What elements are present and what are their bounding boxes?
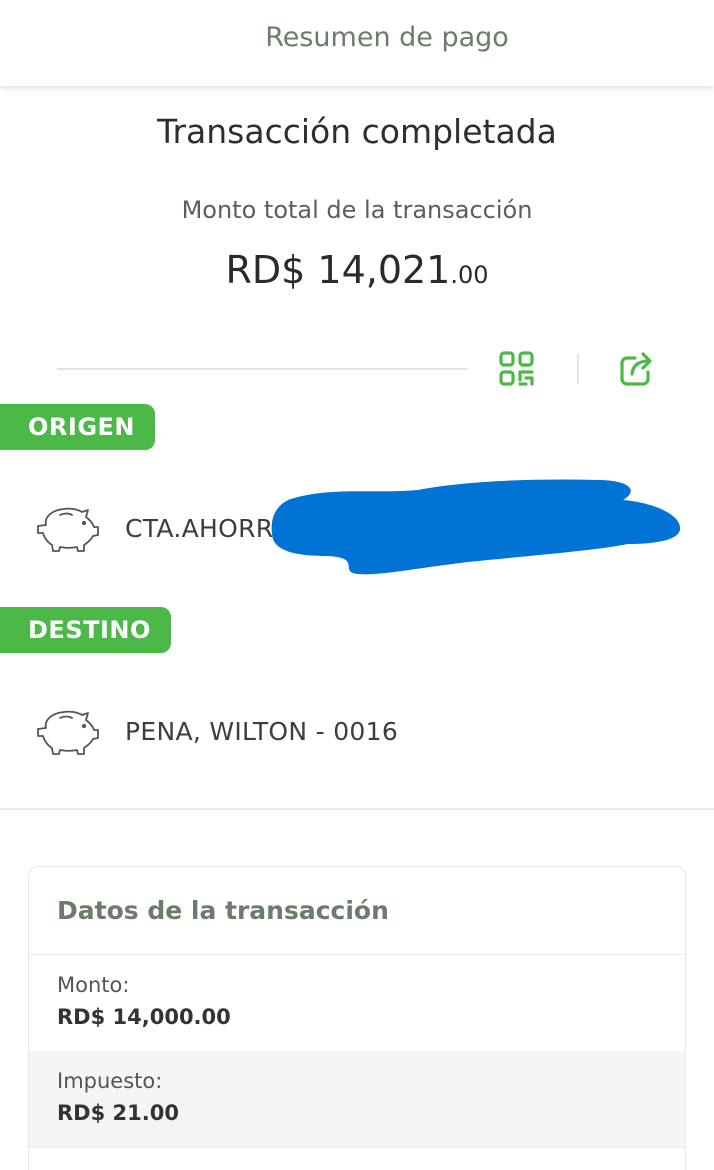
piggy-bank-icon xyxy=(37,710,99,755)
detail-row-amount: Monto: RD$ 14,000.00 xyxy=(29,955,685,1051)
total-amount-cents: .00 xyxy=(450,261,489,289)
total-amount-main: RD$ 14,021 xyxy=(225,248,451,292)
qr-code-icon[interactable] xyxy=(498,350,536,388)
share-icon[interactable] xyxy=(618,350,656,388)
detail-row-tax: Impuesto: RD$ 21.00 xyxy=(29,1051,685,1147)
destination-account[interactable]: PENA, WILTON - 0016 xyxy=(36,706,398,756)
card-title: Datos de la transacción xyxy=(57,896,389,925)
actions-divider xyxy=(57,368,468,370)
piggy-bank-icon xyxy=(37,507,99,552)
detail-value: RD$ 14,000.00 xyxy=(57,1005,231,1029)
transaction-details-card: Datos de la transacción Monto: RD$ 14,00… xyxy=(28,866,686,1170)
redaction-mark xyxy=(271,479,681,575)
top-bar: Resumen de pago xyxy=(0,0,714,86)
detail-label: Impuesto: xyxy=(57,1069,163,1093)
destination-section-tag: DESTINO xyxy=(0,607,171,653)
total-amount-label: Monto total de la transacción xyxy=(181,196,533,224)
actions-separator xyxy=(577,354,579,384)
section-divider xyxy=(0,808,714,810)
origin-section-tag: ORIGEN xyxy=(0,404,155,450)
detail-label: Monto: xyxy=(57,973,130,997)
detail-value: RD$ 21.00 xyxy=(57,1101,179,1125)
origin-account[interactable]: CTA.AHORR xyxy=(36,503,273,553)
origin-account-label: CTA.AHORR xyxy=(125,513,274,543)
page-header-title: Resumen de pago xyxy=(265,21,509,53)
transaction-status-title: Transacción completada xyxy=(157,112,557,151)
destination-account-label: PENA, WILTON - 0016 xyxy=(125,716,399,746)
card-header: Datos de la transacción xyxy=(29,867,685,955)
total-amount: RD$ 14,021.00 xyxy=(0,248,714,292)
detail-row-partial xyxy=(29,1147,685,1170)
